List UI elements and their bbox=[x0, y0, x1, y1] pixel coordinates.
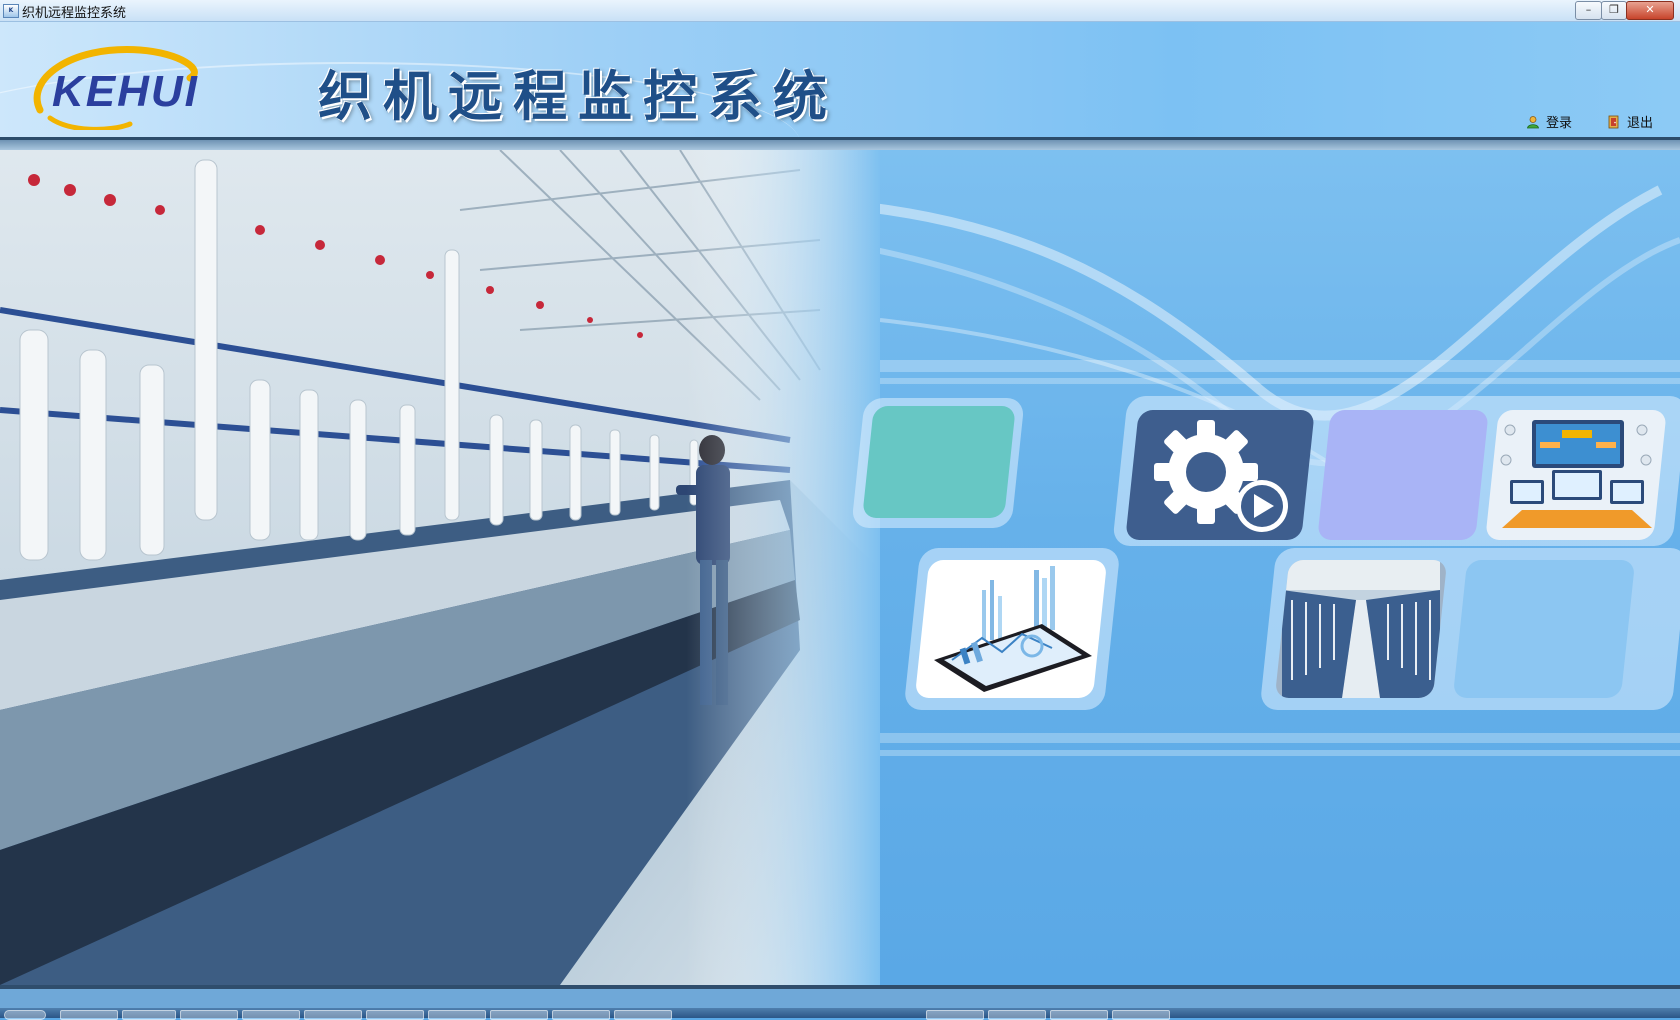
taskbar-item[interactable] bbox=[122, 1010, 176, 1020]
logout-label: 退出 bbox=[1627, 116, 1654, 131]
login-label: 登录 bbox=[1546, 116, 1573, 131]
tile-monitor-screens[interactable] bbox=[1485, 410, 1667, 540]
taskbar-item[interactable] bbox=[552, 1010, 610, 1020]
app-icon: K bbox=[3, 4, 19, 18]
factory-image bbox=[0, 150, 880, 985]
taskbar-item[interactable] bbox=[988, 1010, 1046, 1020]
minimize-button[interactable]: – bbox=[1575, 1, 1602, 20]
taskbar-item[interactable] bbox=[490, 1010, 548, 1020]
window-title-bar: K 织机远程监控系统 – ❐ ✕ bbox=[0, 0, 1680, 22]
status-area bbox=[0, 989, 1680, 1008]
app-header: KEHUI 织机远程监控系统 登录 退出 bbox=[0, 22, 1680, 137]
tile-band-upper bbox=[860, 378, 1680, 384]
taskbar-item[interactable] bbox=[60, 1010, 118, 1020]
taskbar-item[interactable] bbox=[304, 1010, 362, 1020]
tile-factory-photo[interactable] bbox=[1274, 560, 1448, 698]
logout-link[interactable]: 退出 bbox=[1607, 112, 1653, 131]
logo-text: KEHUI bbox=[52, 67, 199, 116]
tile-band-top bbox=[860, 360, 1680, 372]
tile-mobile-analytics[interactable] bbox=[914, 560, 1108, 698]
tile-band-bottom bbox=[860, 733, 1680, 743]
taskbar-item[interactable] bbox=[614, 1010, 672, 1020]
maximize-button[interactable]: ❐ bbox=[1601, 1, 1627, 20]
login-link[interactable]: 登录 bbox=[1526, 112, 1572, 131]
taskbar-item[interactable] bbox=[1112, 1010, 1170, 1020]
taskbar-item[interactable] bbox=[242, 1010, 300, 1020]
tile-band-lower bbox=[860, 750, 1680, 756]
taskbar-item[interactable] bbox=[1050, 1010, 1108, 1020]
factory-aisle-image bbox=[1282, 560, 1440, 698]
phone-chart-icon bbox=[934, 566, 1092, 692]
taskbar-item[interactable] bbox=[366, 1010, 424, 1020]
tile-teal-empty[interactable] bbox=[862, 406, 1016, 518]
taskbar-item[interactable] bbox=[428, 1010, 486, 1020]
main-area bbox=[0, 150, 1680, 985]
header-divider-shadow bbox=[0, 140, 1680, 150]
app-title: 织机远程监控系统 bbox=[318, 64, 838, 128]
taskbar-item[interactable] bbox=[926, 1010, 984, 1020]
monitor-network-icon bbox=[1500, 420, 1652, 528]
gear-play-icon bbox=[1154, 420, 1288, 532]
window-title: 织机远程监控系统 bbox=[22, 6, 127, 21]
user-icon bbox=[1527, 115, 1539, 128]
kehui-logo: KEHUI bbox=[33, 46, 199, 130]
tile-lightblue-empty[interactable] bbox=[1452, 560, 1636, 698]
start-button[interactable] bbox=[4, 1010, 46, 1020]
taskbar-item[interactable] bbox=[180, 1010, 238, 1020]
close-button[interactable]: ✕ bbox=[1626, 1, 1674, 20]
exit-door-icon bbox=[1608, 115, 1619, 128]
tile-settings-play[interactable] bbox=[1125, 410, 1315, 540]
tile-lavender-empty[interactable] bbox=[1317, 410, 1489, 540]
